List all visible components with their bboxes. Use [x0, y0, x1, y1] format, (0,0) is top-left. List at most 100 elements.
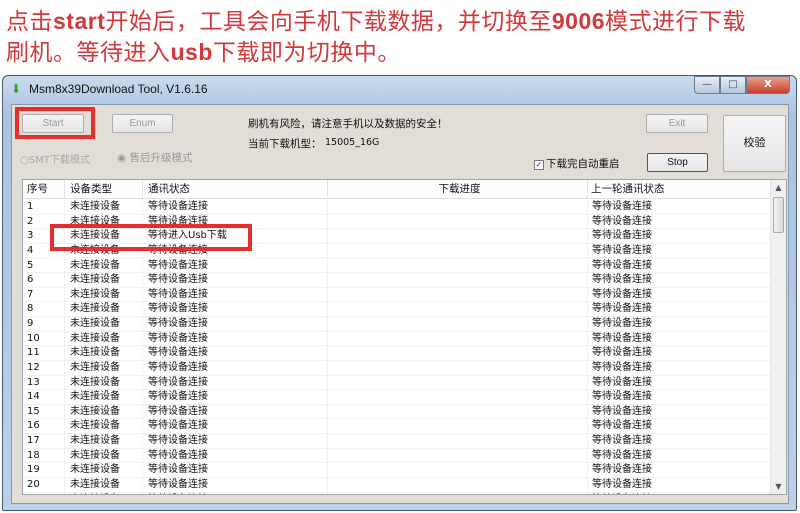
cell-last-status: 等待设备连接	[588, 317, 771, 332]
cell-index: 21	[23, 492, 65, 494]
cell-comm-status: 等待设备连接	[143, 273, 328, 288]
table-row[interactable]: 5 未连接设备 等待设备连接 等待设备连接	[23, 258, 771, 274]
table-row[interactable]: 13 未连接设备 等待设备连接 等待设备连接	[23, 375, 771, 391]
verify-button[interactable]: 校验	[723, 115, 786, 172]
cell-progress	[328, 243, 588, 259]
cell-last-status: 等待设备连接	[588, 375, 771, 391]
scrollbar-thumb[interactable]	[773, 197, 784, 233]
cell-index: 16	[23, 419, 65, 435]
cell-progress	[328, 229, 588, 244]
cell-last-status: 等待设备连接	[588, 463, 771, 478]
cell-last-status: 等待设备连接	[588, 229, 771, 244]
cell-progress	[328, 214, 588, 230]
radio-selected-icon: ◉	[117, 152, 130, 164]
cell-progress	[328, 404, 588, 420]
cell-index: 13	[23, 375, 65, 391]
table-row[interactable]: 17 未连接设备 等待设备连接 等待设备连接	[23, 434, 771, 449]
header-last-status[interactable]: 上一轮通讯状态	[588, 180, 771, 199]
maximize-button[interactable]: □	[720, 76, 746, 94]
auto-reboot-checkbox[interactable]: ✓ 下载完自动重启	[534, 156, 620, 171]
cell-comm-status: 等待设备连接	[143, 404, 328, 420]
cell-index: 12	[23, 360, 65, 376]
caption-text: 9006	[551, 8, 606, 34]
cell-index: 7	[23, 287, 65, 303]
header-comm-status[interactable]: 通讯状态	[143, 180, 328, 199]
cell-index: 9	[23, 317, 65, 332]
cell-device-type: 未连接设备	[65, 404, 143, 420]
cell-device-type: 未连接设备	[65, 375, 143, 391]
smt-mode-radio[interactable]: ○SMT下载模式	[20, 151, 90, 166]
header-device-type[interactable]: 设备类型	[65, 180, 143, 199]
cell-progress	[328, 492, 588, 494]
table-row[interactable]: 7 未连接设备 等待设备连接 等待设备连接	[23, 287, 771, 303]
minimize-button[interactable]: —	[694, 76, 720, 94]
cell-last-status: 等待设备连接	[588, 302, 771, 317]
scroll-up-icon[interactable]: ▲	[771, 180, 786, 195]
cell-last-status: 等待设备连接	[588, 434, 771, 449]
cell-index: 17	[23, 434, 65, 449]
table-row[interactable]: 12 未连接设备 等待设备连接 等待设备连接	[23, 360, 771, 376]
table-row[interactable]: 15 未连接设备 等待设备连接 等待设备连接	[23, 404, 771, 420]
table-row[interactable]: 14 未连接设备 等待设备连接 等待设备连接	[23, 390, 771, 405]
table-row[interactable]: 11 未连接设备 等待设备连接 等待设备连接	[23, 346, 771, 361]
cell-progress	[328, 463, 588, 478]
cell-progress	[328, 287, 588, 303]
radio-icon: ○	[20, 155, 29, 166]
cell-device-type: 未连接设备	[65, 200, 143, 215]
cell-comm-status: 等待设备连接	[143, 463, 328, 478]
cell-index: 14	[23, 390, 65, 405]
cell-device-type: 未连接设备	[65, 302, 143, 317]
vertical-scrollbar[interactable]: ▲ ▼	[770, 180, 786, 494]
cell-comm-status: 等待设备连接	[143, 492, 328, 494]
cell-index: 18	[23, 448, 65, 464]
cell-device-type: 未连接设备	[65, 448, 143, 464]
model-value: 15005_16G	[325, 137, 380, 148]
aftersale-mode-radio[interactable]: ◉ 售后升级模式	[117, 150, 193, 165]
cell-device-type: 未连接设备	[65, 287, 143, 303]
table-row[interactable]: 9 未连接设备 等待设备连接 等待设备连接	[23, 317, 771, 332]
warning-text: 刷机有风险，请注意手机以及数据的安全！	[248, 118, 448, 130]
cell-progress	[328, 200, 588, 215]
scroll-down-icon[interactable]: ▼	[771, 479, 786, 494]
table-row[interactable]: 19 未连接设备 等待设备连接 等待设备连接	[23, 463, 771, 478]
cell-comm-status: 等待设备连接	[143, 448, 328, 464]
caption-text: 点击	[6, 9, 53, 35]
cell-device-type: 未连接设备	[65, 390, 143, 405]
cell-last-status: 等待设备连接	[588, 448, 771, 464]
cell-last-status: 等待设备连接	[588, 419, 771, 435]
cell-comm-status: 等待设备连接	[143, 360, 328, 376]
caption-text: usb	[170, 39, 213, 65]
caption-text: start	[53, 8, 106, 34]
cell-progress	[328, 302, 588, 317]
stop-button[interactable]: Stop	[647, 153, 708, 172]
exit-button[interactable]: Exit	[646, 114, 708, 133]
header-progress[interactable]: 下载进度	[328, 180, 588, 199]
cell-progress	[328, 448, 588, 464]
cell-device-type: 未连接设备	[65, 419, 143, 435]
table-row[interactable]: 1 未连接设备 等待设备连接 等待设备连接	[23, 200, 771, 215]
enum-button[interactable]: Enum	[112, 114, 173, 133]
cell-last-status: 等待设备连接	[588, 404, 771, 420]
close-button[interactable]: X	[746, 76, 790, 94]
cell-last-status: 等待设备连接	[588, 346, 771, 361]
table-row[interactable]: 21未连接设备等待设备连接等待设备连接	[23, 492, 771, 494]
table-row[interactable]: 20 未连接设备 等待设备连接 等待设备连接	[23, 477, 771, 493]
table-row[interactable]: 10 未连接设备 等待设备连接 等待设备连接	[23, 331, 771, 347]
table-row[interactable]: 18 未连接设备 等待设备连接 等待设备连接	[23, 448, 771, 464]
table-row[interactable]: 8 未连接设备 等待设备连接 等待设备连接	[23, 302, 771, 317]
cell-index: 19	[23, 463, 65, 478]
cell-progress	[328, 477, 588, 493]
cell-comm-status: 等待设备连接	[143, 346, 328, 361]
app-window: ⬇ Msm8x39Download Tool, V1.6.16 — □ X St…	[2, 75, 797, 511]
caption-text: 刷机。等待进入	[6, 40, 171, 66]
header-index[interactable]: 序号	[23, 180, 65, 199]
table-row[interactable]: 16 未连接设备 等待设备连接 等待设备连接	[23, 419, 771, 435]
cell-progress	[328, 419, 588, 435]
cell-comm-status: 等待设备连接	[143, 302, 328, 317]
smt-mode-label: SMT下载模式	[28, 155, 90, 166]
cell-progress	[328, 346, 588, 361]
caption-text: 下载即为切换中。	[212, 40, 401, 66]
table-row[interactable]: 6 未连接设备 等待设备连接 等待设备连接	[23, 273, 771, 288]
cell-last-status: 等待设备连接	[588, 258, 771, 274]
cell-device-type: 未连接设备	[65, 360, 143, 376]
